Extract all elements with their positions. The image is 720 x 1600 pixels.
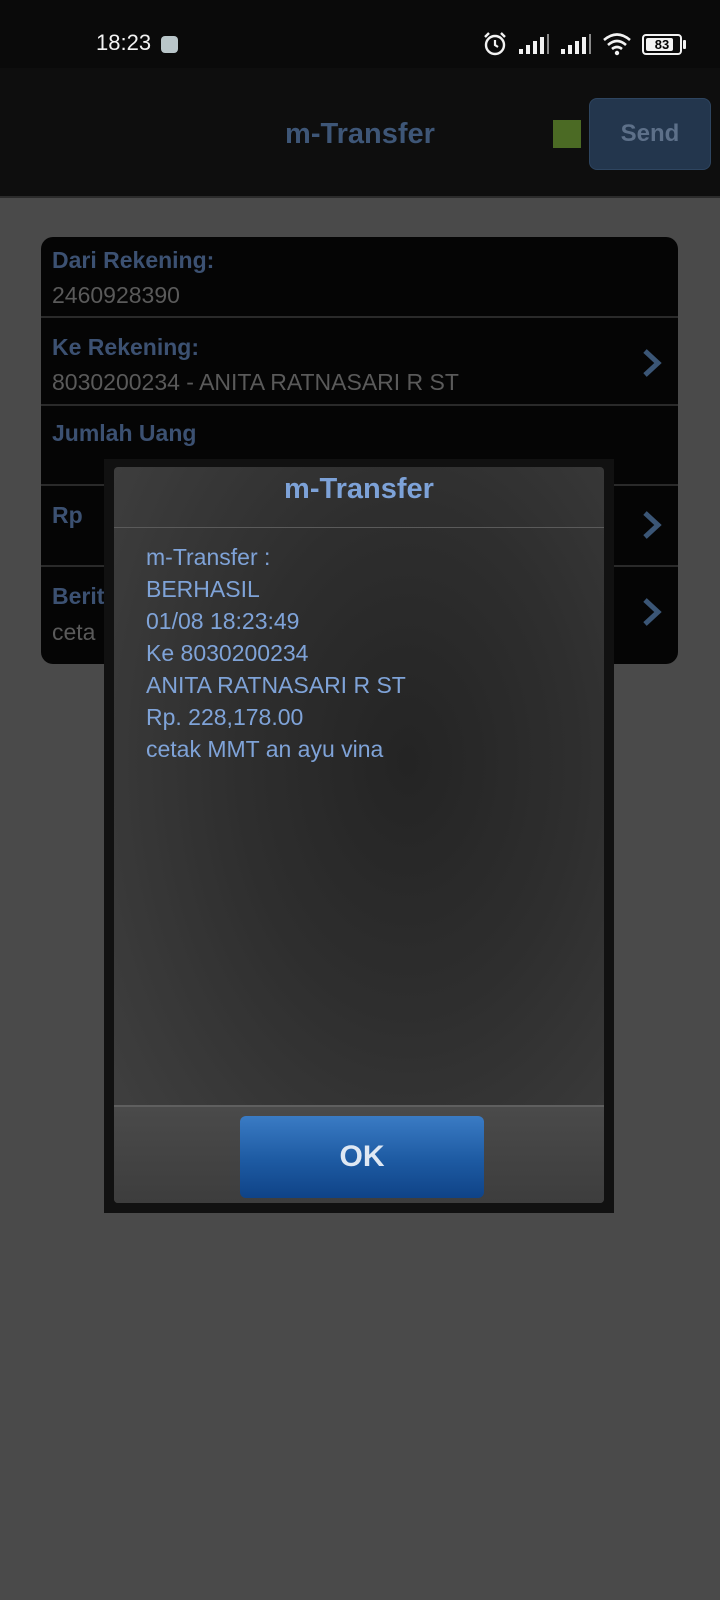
source-account-label: Dari Rekening: bbox=[52, 247, 215, 273]
send-button[interactable]: Send bbox=[589, 98, 711, 170]
chevron-right-icon bbox=[643, 598, 662, 626]
status-time: 18:23 bbox=[96, 30, 152, 55]
battery-icon: 83 bbox=[642, 33, 686, 55]
currency-label: Rp bbox=[52, 502, 83, 528]
message-label: Berit bbox=[52, 583, 105, 609]
notification-icon bbox=[161, 36, 178, 53]
form-row-destination-account[interactable]: Ke Rekening: 8030200234 - ANITA RATNASAR… bbox=[41, 318, 678, 406]
message-line: Ke 8030200234 bbox=[146, 640, 309, 666]
status-bar: 18:23 83 bbox=[0, 0, 720, 68]
chevron-right-icon bbox=[643, 511, 662, 539]
dialog-message: m-Transfer : BERHASIL 01/08 18:23:49 Ke … bbox=[146, 541, 584, 765]
chevron-right-icon bbox=[643, 349, 662, 377]
dialog-footer: OK bbox=[114, 1105, 604, 1203]
status-icons: 83 bbox=[482, 31, 686, 57]
wifi-icon bbox=[603, 33, 631, 56]
message-line: BERHASIL bbox=[146, 576, 260, 602]
message-line: m-Transfer : bbox=[146, 544, 271, 570]
message-line: 01/08 18:23:49 bbox=[146, 608, 300, 634]
source-account-value: 2460928390 bbox=[52, 282, 180, 308]
alarm-icon bbox=[484, 32, 506, 56]
destination-account-value: 8030200234 - ANITA RATNASARI R ST bbox=[52, 369, 459, 395]
connection-indicator bbox=[553, 120, 581, 148]
dialog-panel: m-Transfer m-Transfer : BERHASIL 01/08 1… bbox=[114, 467, 604, 1203]
message-value: ceta bbox=[52, 619, 96, 645]
result-dialog: m-Transfer m-Transfer : BERHASIL 01/08 1… bbox=[104, 459, 614, 1213]
battery-level: 83 bbox=[654, 36, 670, 52]
signal-icon bbox=[561, 34, 591, 54]
ok-button[interactable]: OK bbox=[240, 1116, 484, 1198]
amount-label: Jumlah Uang bbox=[52, 420, 197, 446]
form-row-source-account: Dari Rekening: 2460928390 bbox=[41, 237, 678, 318]
message-line: Rp. 228,178.00 bbox=[146, 704, 304, 730]
app-header: m-Transfer Send bbox=[0, 68, 720, 198]
dialog-title: m-Transfer bbox=[114, 467, 604, 528]
destination-account-label: Ke Rekening: bbox=[52, 334, 199, 360]
signal-icon bbox=[519, 34, 549, 54]
message-line: cetak MMT an ayu vina bbox=[146, 736, 384, 762]
message-line: ANITA RATNASARI R ST bbox=[146, 672, 406, 698]
